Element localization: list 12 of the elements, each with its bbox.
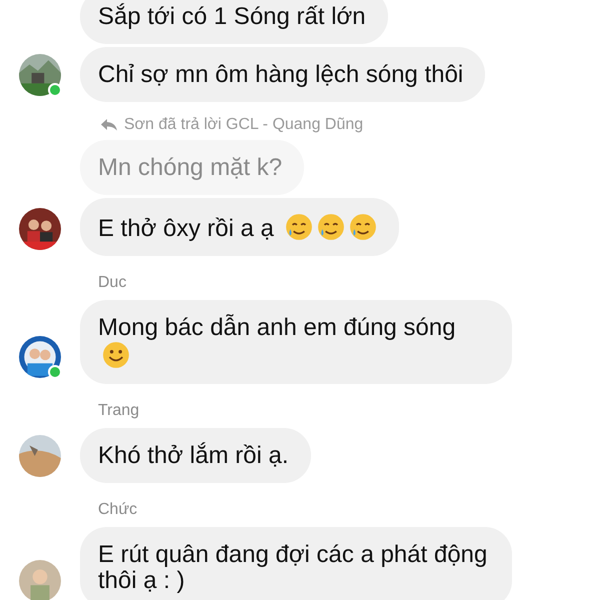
sender-name: Trang xyxy=(98,402,140,420)
message-bubble: Mong bác dẫn anh em đúng sóng xyxy=(80,300,512,384)
message-bubble: E rút quân đang đợi các a phát động thôi ạ : ) xyxy=(80,527,512,600)
sender-name: Chức xyxy=(98,501,138,519)
message-bubble: E thở ôxy rồi a ạ xyxy=(80,198,398,256)
quoted-message: Mn chóng mặt k? xyxy=(80,140,304,195)
message-bubble: Sắp tới có 1 Sóng rất lớn xyxy=(80,0,388,44)
reply-note: Sơn đã trả lời GCL - Quang Dũng xyxy=(124,116,364,134)
sender-name: Duc xyxy=(98,274,126,292)
reply-icon xyxy=(100,118,118,132)
message-bubble: Chỉ sợ mn ôm hàng lệch sóng thôi xyxy=(80,47,486,102)
message-bubble: Khó thở lắm rồi ạ. xyxy=(80,428,310,483)
